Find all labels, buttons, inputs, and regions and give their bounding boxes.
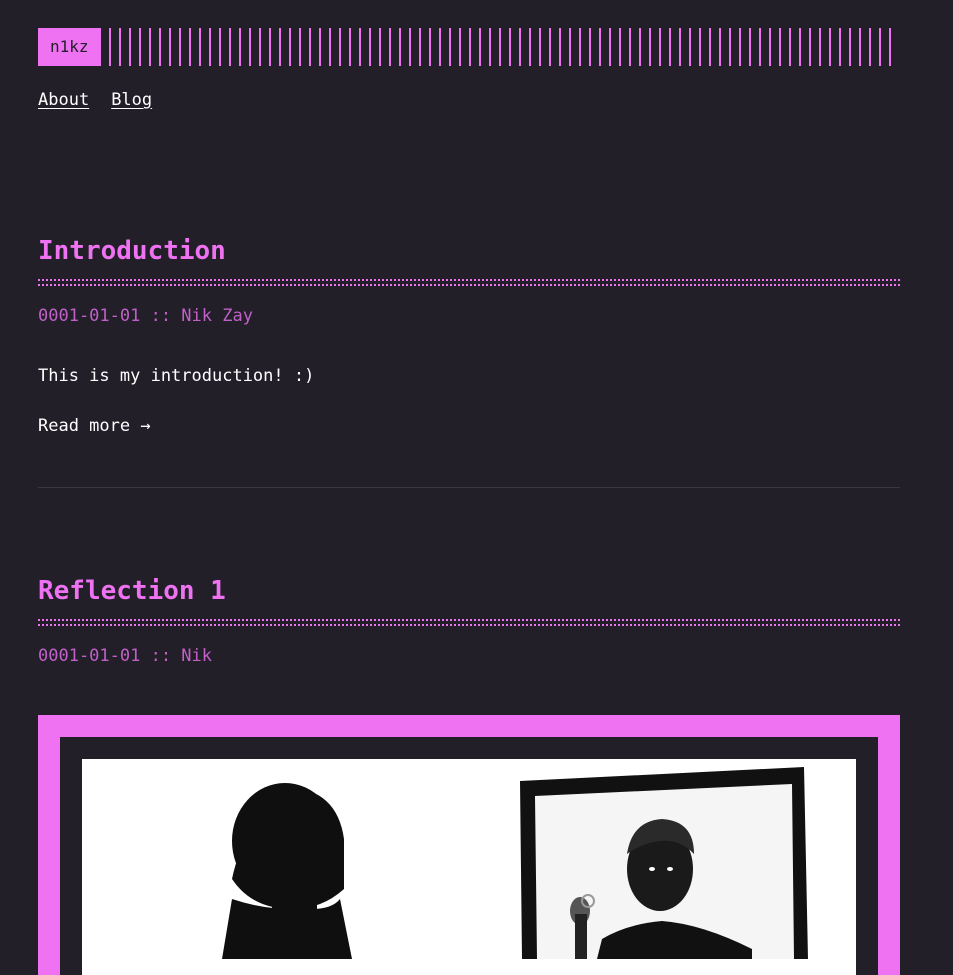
nav-link-blog[interactable]: Blog — [111, 90, 152, 110]
post-cover-image — [82, 759, 856, 975]
header-bar: n1kz — [38, 28, 900, 66]
read-more-link[interactable]: Read more → — [38, 415, 151, 437]
man-looking-in-mirror-image — [222, 767, 808, 959]
site-logo[interactable]: n1kz — [38, 28, 101, 66]
post-title[interactable]: Reflection 1 — [38, 575, 900, 607]
site-header: n1kz About Blog — [38, 28, 900, 110]
post-introduction: Introduction 0001-01-01 :: Nik Zay This … — [38, 235, 900, 437]
post-cover-frame[interactable] — [38, 715, 900, 975]
post-title-underline — [38, 279, 900, 287]
post-reflection-1: Reflection 1 0001-01-01 :: Nik — [38, 575, 900, 667]
post-divider — [38, 487, 900, 488]
post-excerpt: This is my introduction! :) — [38, 366, 315, 386]
post-cover-inner-frame — [60, 737, 878, 975]
nav-link-about[interactable]: About — [38, 90, 89, 110]
post-meta: 0001-01-01 :: Nik Zay — [38, 306, 253, 326]
post-title-underline — [38, 619, 900, 627]
main-nav: About Blog — [38, 90, 900, 110]
post-title[interactable]: Introduction — [38, 235, 900, 267]
post-meta: 0001-01-01 :: Nik — [38, 646, 212, 666]
logo-stripes-decoration — [108, 28, 896, 66]
